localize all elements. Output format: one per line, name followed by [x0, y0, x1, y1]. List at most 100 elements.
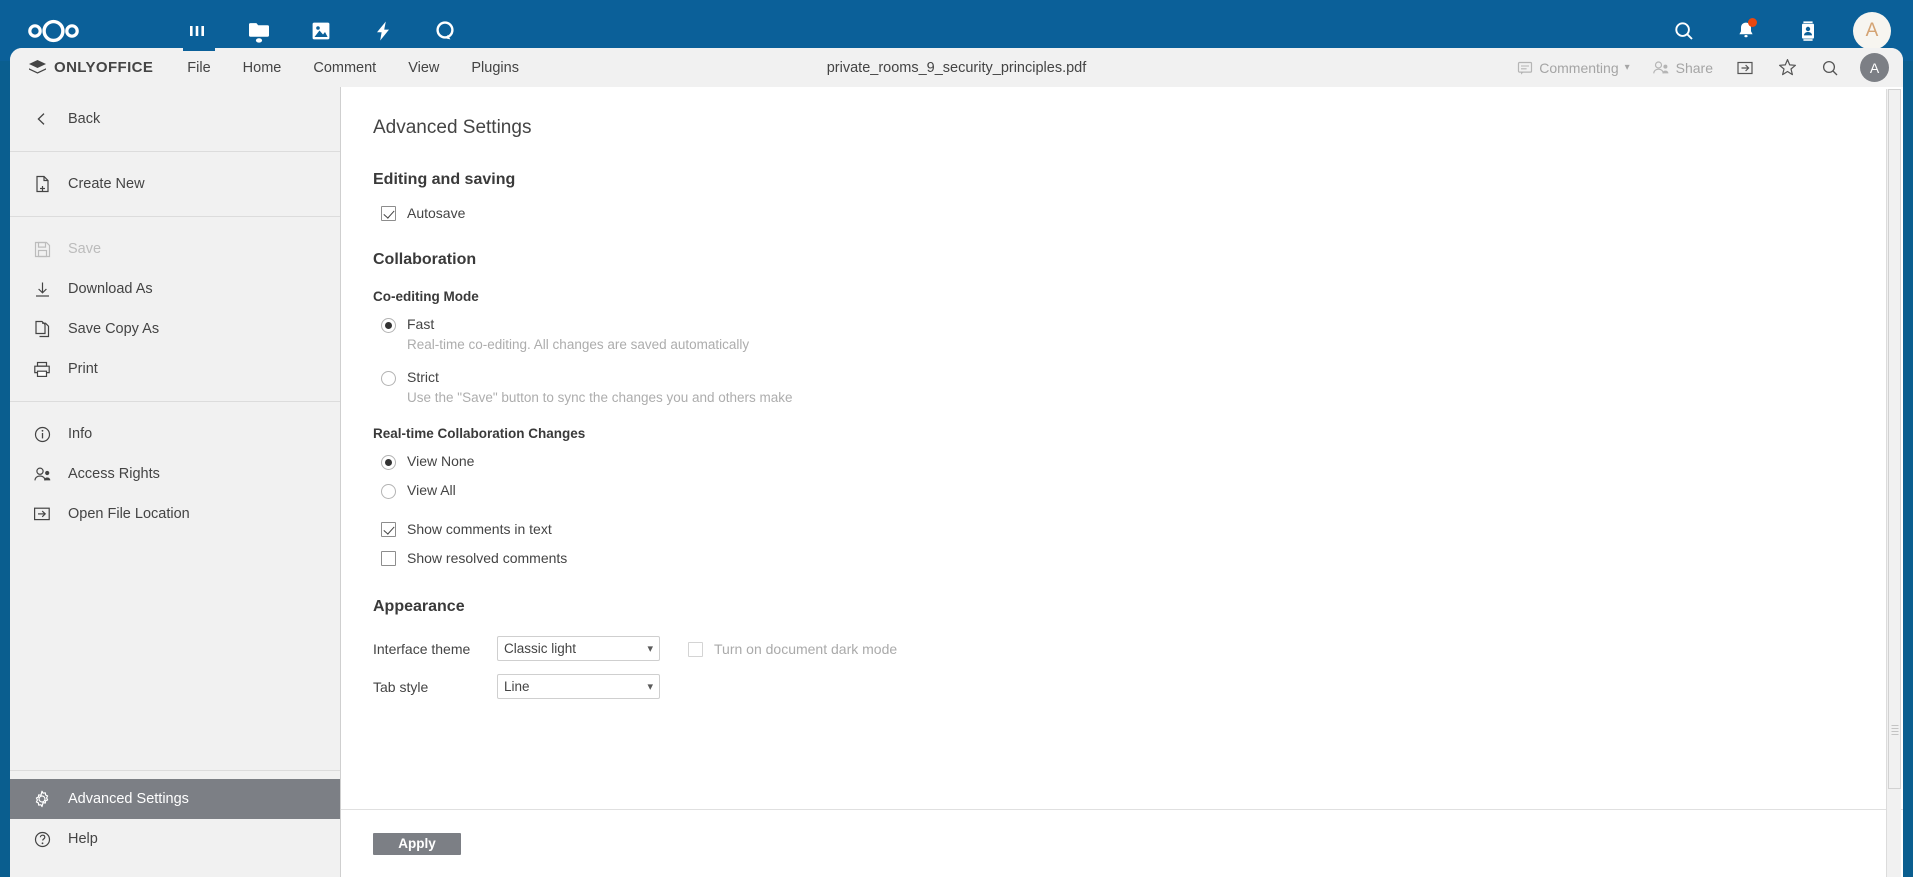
section-heading: Appearance — [373, 598, 465, 615]
chevron-down-icon: ▾ — [647, 681, 653, 693]
tab-style-row: Tab style Line ▾ — [373, 674, 1903, 699]
commenting-label: Commenting — [1539, 59, 1619, 76]
section-editing-and-saving: Editing and saving Autosave — [373, 171, 1903, 221]
sidebar-item-info[interactable]: Info — [10, 414, 340, 454]
file-menu-sidebar: Back Create New Save Download As Save Co… — [10, 87, 341, 877]
chevron-down-icon: ▾ — [647, 643, 653, 655]
autosave-row[interactable]: Autosave — [381, 205, 1903, 221]
radio-fast[interactable] — [381, 318, 396, 333]
sidebar-item-save: Save — [10, 229, 340, 269]
tab-style-value: Line — [504, 679, 530, 694]
sidebar-item-label: Open File Location — [68, 506, 190, 522]
radio-fast-description: Real-time co-editing. All changes are sa… — [407, 337, 750, 352]
section-appearance: Appearance Interface theme Classic light… — [373, 598, 1903, 699]
radio-view-none[interactable] — [381, 455, 396, 470]
print-icon — [32, 359, 52, 379]
editor-toolbar-actions: Commenting ▾ Share A — [1507, 48, 1903, 87]
open-file-location-icon — [32, 504, 52, 524]
nextcloud-logo[interactable] — [18, 11, 90, 51]
editor-body: Back Create New Save Download As Save Co… — [10, 87, 1903, 877]
tab-view[interactable]: View — [392, 48, 455, 87]
star-icon[interactable] — [1767, 48, 1808, 87]
sidebar-item-label: Advanced Settings — [68, 791, 189, 807]
settings-content: Advanced Settings Editing and saving Aut… — [341, 87, 1903, 699]
interface-theme-select[interactable]: Classic light ▾ — [497, 636, 660, 661]
vertical-scrollbar[interactable] — [1886, 89, 1901, 877]
avatar[interactable]: A — [1853, 11, 1891, 50]
show-resolved-comments-label: Show resolved comments — [407, 550, 568, 566]
section-heading: Editing and saving — [373, 171, 516, 188]
document-dark-mode-label: Turn on document dark mode — [714, 640, 898, 657]
sidebar-item-label: Download As — [68, 281, 153, 297]
autosave-checkbox[interactable] — [381, 206, 396, 221]
show-comments-in-text-checkbox[interactable] — [381, 522, 396, 537]
info-icon — [32, 424, 52, 444]
notification-badge-dot — [1748, 17, 1757, 27]
download-icon — [32, 279, 52, 299]
help-icon — [32, 829, 52, 849]
show-resolved-comments-row[interactable]: Show resolved comments — [381, 550, 1903, 566]
chevron-left-icon — [32, 109, 52, 129]
section-collaboration: Collaboration Co-editing Mode Fast Real-… — [373, 251, 1903, 566]
tab-style-label: Tab style — [373, 678, 429, 695]
settings-footer: Apply — [341, 809, 1903, 877]
tab-home[interactable]: Home — [227, 48, 298, 87]
show-comments-in-text-row[interactable]: Show comments in text — [381, 521, 1903, 537]
view-none-row[interactable]: View None — [381, 453, 1903, 470]
show-resolved-comments-checkbox[interactable] — [381, 551, 396, 566]
commenting-mode-button[interactable]: Commenting ▾ — [1507, 48, 1639, 87]
account-avatar[interactable]: A — [1860, 53, 1889, 82]
sidebar-item-label: Print — [68, 361, 98, 377]
onlyoffice-logo: ONLYOFFICE — [10, 48, 171, 87]
chevron-down-icon: ▾ — [1624, 62, 1630, 73]
interface-theme-row: Interface theme Classic light ▾ Turn on … — [373, 636, 1903, 661]
document-dark-mode-row: Turn on document dark mode — [688, 641, 897, 657]
sidebar-item-open-file-location[interactable]: Open File Location — [10, 494, 340, 534]
tab-file[interactable]: File — [171, 48, 226, 87]
sidebar-item-label: Save — [68, 241, 102, 257]
co-editing-option-fast[interactable]: Fast Real-time co-editing. All changes a… — [381, 316, 1903, 353]
sidebar-item-print[interactable]: Print — [10, 349, 340, 389]
search-icon[interactable] — [1810, 48, 1850, 87]
interface-theme-value: Classic light — [504, 641, 577, 656]
document-dark-mode-checkbox — [688, 641, 703, 657]
new-document-icon — [32, 174, 52, 194]
editor-toolbar: private_rooms_9_security_principles.pdf … — [10, 48, 1903, 87]
page-title: Advanced Settings — [373, 117, 532, 138]
sidebar-item-advanced-settings[interactable]: Advanced Settings — [10, 779, 340, 819]
advanced-settings-panel: Advanced Settings Editing and saving Aut… — [341, 87, 1903, 877]
sidebar-item-create-new[interactable]: Create New — [10, 164, 340, 204]
co-editing-mode-label: Co-editing Mode — [373, 289, 479, 304]
sidebar-item-label: Help — [68, 831, 98, 847]
sidebar-item-back[interactable]: Back — [10, 99, 340, 139]
tab-comment[interactable]: Comment — [297, 48, 392, 87]
share-button[interactable]: Share — [1642, 48, 1723, 87]
sidebar-item-download-as[interactable]: Download As — [10, 269, 340, 309]
radio-strict-label: Strict — [407, 369, 439, 385]
brand-label: ONLYOFFICE — [54, 59, 154, 76]
scrollbar-thumb[interactable] — [1888, 89, 1901, 789]
tab-style-select[interactable]: Line ▾ — [497, 674, 660, 699]
sidebar-item-access-rights[interactable]: Access Rights — [10, 454, 340, 494]
radio-view-none-label: View None — [407, 453, 475, 469]
radio-strict[interactable] — [381, 371, 396, 386]
co-editing-option-strict[interactable]: Strict Use the "Save" button to sync the… — [381, 369, 1903, 406]
open-file-location-icon[interactable] — [1725, 48, 1765, 87]
radio-view-all[interactable] — [381, 484, 396, 499]
tab-plugins[interactable]: Plugins — [455, 48, 535, 87]
interface-theme-label: Interface theme — [373, 640, 471, 657]
share-people-icon — [1652, 60, 1670, 76]
apply-button[interactable]: Apply — [373, 832, 461, 855]
radio-strict-description: Use the "Save" button to sync the change… — [407, 390, 793, 405]
sidebar-back-label: Back — [68, 111, 101, 127]
sidebar-item-label: Save Copy As — [68, 321, 160, 337]
radio-fast-label: Fast — [407, 316, 435, 332]
sidebar-item-help[interactable]: Help — [10, 819, 340, 859]
show-comments-in-text-label: Show comments in text — [407, 521, 552, 537]
view-all-row[interactable]: View All — [381, 482, 1903, 499]
sidebar-item-save-copy-as[interactable]: Save Copy As — [10, 309, 340, 349]
save-icon — [32, 239, 52, 259]
share-label: Share — [1675, 59, 1713, 76]
access-rights-icon — [32, 464, 52, 484]
autosave-label: Autosave — [407, 205, 466, 221]
